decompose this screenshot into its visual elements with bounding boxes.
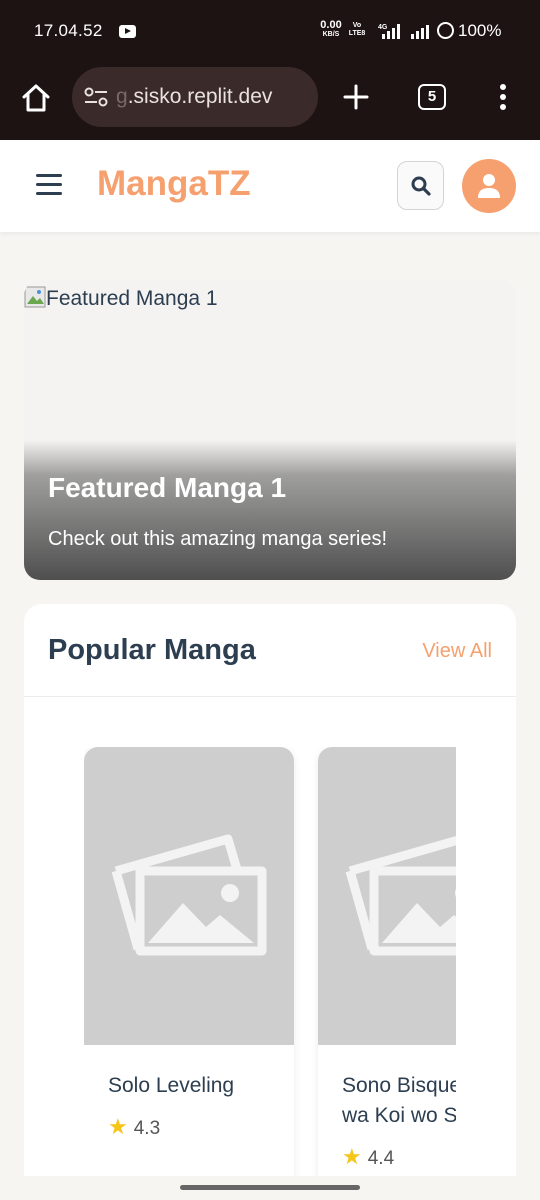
network-speed-unit: KB/S xyxy=(322,31,340,38)
featured-title: Featured Manga 1 xyxy=(48,472,287,503)
section-divider xyxy=(24,696,516,697)
status-bar: 17.04.52 0.00 KB/S Vo LTE8 4G 100% xyxy=(0,0,540,62)
gesture-navigation-area xyxy=(0,1176,540,1200)
network-speed-value: 0.00 xyxy=(320,19,342,31)
network-type-label: 4G xyxy=(378,24,388,31)
manga-rating: ★ 4.4 xyxy=(342,1144,394,1170)
section-title: Popular Manga xyxy=(48,634,256,666)
user-avatar[interactable] xyxy=(462,159,516,213)
home-icon[interactable] xyxy=(20,82,52,114)
battery-icon xyxy=(437,22,454,39)
battery-percentage: 100% xyxy=(458,21,502,40)
volte-indicator: Vo LTE8 xyxy=(347,22,367,38)
search-icon xyxy=(411,176,431,196)
featured-banner[interactable]: Featured Manga 1 Featured Manga 1 Check … xyxy=(24,280,516,580)
manga-cover xyxy=(318,747,456,1045)
manga-carousel[interactable]: Solo Leveling ★4.3 Sono Bisque Doll wa K… xyxy=(84,747,456,1200)
volte-bottom: LTE8 xyxy=(348,30,366,37)
star-icon: ★ xyxy=(108,1114,128,1139)
site-settings-icon[interactable] xyxy=(84,86,108,108)
featured-image: Featured Manga 1 xyxy=(24,286,218,311)
network-speed: 0.00 KB/S xyxy=(318,19,344,39)
rating-value: 4.3 xyxy=(133,1118,161,1139)
new-tab-icon[interactable] xyxy=(343,84,369,110)
hamburger-menu-icon[interactable] xyxy=(36,174,62,196)
manga-card[interactable]: Solo Leveling ★ 4.3 xyxy=(84,747,294,1200)
featured-gradient-overlay xyxy=(24,440,516,580)
signal-4g-icon: 4G xyxy=(378,24,400,39)
image-placeholder-icon xyxy=(111,834,267,956)
search-button[interactable] xyxy=(397,161,444,210)
manga-cover xyxy=(84,747,294,1045)
featured-image-alt: Featured Manga 1 xyxy=(46,287,218,310)
gesture-handle[interactable] xyxy=(180,1185,360,1190)
browser-menu-icon[interactable] xyxy=(498,84,508,112)
manga-title: Solo Leveling xyxy=(108,1074,235,1097)
star-icon: ★ xyxy=(342,1144,362,1169)
manga-rating: ★ 4.3 xyxy=(108,1114,160,1140)
popular-manga-section: Popular Manga View All Solo Leveling ★ 4.… xyxy=(24,604,516,1200)
url-faded-part: g xyxy=(116,85,128,108)
manga-card[interactable]: Sono Bisque Doll wa Koi wo Suru ★4.4 xyxy=(318,747,456,1200)
browser-toolbar: g.sisko.replit.dev 5 xyxy=(0,62,540,140)
youtube-notification-icon xyxy=(119,25,136,38)
rating-value: 4.4 xyxy=(367,1148,395,1169)
view-all-link[interactable]: View All xyxy=(422,640,492,663)
url-domain: .sisko.replit.dev xyxy=(127,85,273,108)
app-header: MangaTZ xyxy=(0,140,540,232)
featured-subtitle: Check out this amazing manga series! xyxy=(48,528,388,550)
image-placeholder-icon xyxy=(345,836,456,956)
user-icon xyxy=(478,174,500,198)
brand-logo[interactable]: MangaTZ xyxy=(97,164,251,204)
tab-switcher-button[interactable]: 5 xyxy=(418,84,446,110)
signal-bars-icon xyxy=(411,25,429,39)
manga-title: Sono Bisque Doll wa Koi wo Suru xyxy=(342,1074,456,1127)
volte-top: Vo xyxy=(352,22,362,29)
broken-image-icon xyxy=(24,286,46,308)
url-text[interactable]: g.sisko.replit.dev xyxy=(116,85,272,109)
address-bar[interactable]: g.sisko.replit.dev xyxy=(72,67,318,127)
status-time: 17.04.52 xyxy=(34,21,103,40)
